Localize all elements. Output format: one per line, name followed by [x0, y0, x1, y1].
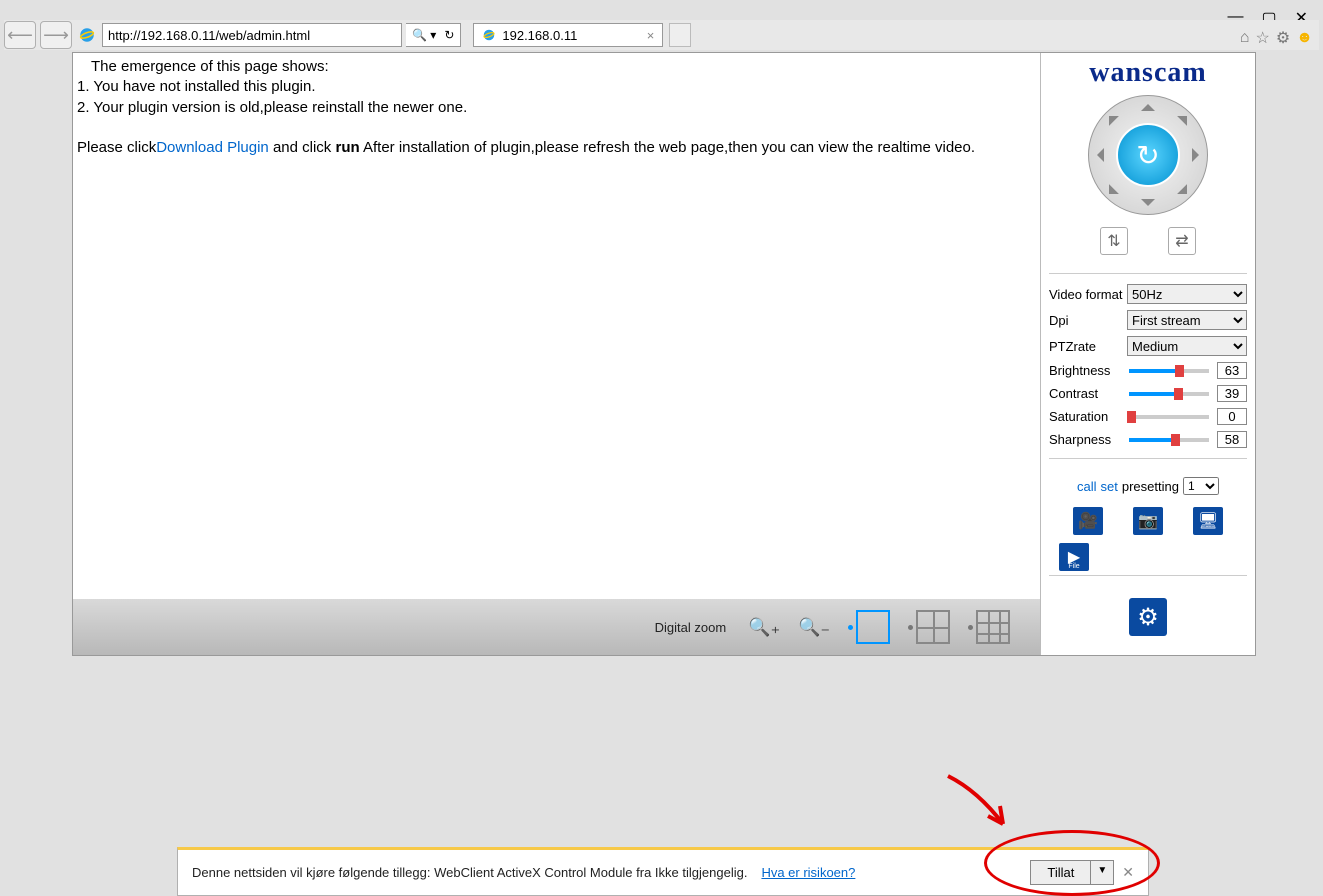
- saturation-value: 0: [1217, 408, 1247, 425]
- layout-2x2-button[interactable]: [908, 610, 950, 644]
- download-plugin-link[interactable]: Download Plugin: [156, 139, 269, 156]
- activex-notification-bar: Denne nettsiden vil kjøre følgende tille…: [177, 847, 1149, 896]
- annotation-arrow: [938, 766, 1028, 846]
- ptz-right-icon[interactable]: [1192, 148, 1206, 162]
- video-format-select[interactable]: 50Hz: [1127, 284, 1247, 304]
- presetting-label: presetting: [1122, 479, 1179, 494]
- ptz-down-icon[interactable]: [1141, 199, 1155, 213]
- smiley-icon[interactable]: ☻: [1296, 29, 1313, 47]
- contrast-value: 39: [1217, 385, 1247, 402]
- plugin-message: The emergence of this page shows: 1. You…: [73, 53, 1040, 162]
- preset-call-link[interactable]: call: [1077, 479, 1097, 494]
- brightness-value: 63: [1217, 362, 1247, 379]
- ptz-control[interactable]: ↻: [1088, 95, 1208, 215]
- sharpness-value: 58: [1217, 431, 1247, 448]
- saturation-slider[interactable]: [1129, 415, 1209, 419]
- refresh-icon[interactable]: ↻: [444, 28, 454, 42]
- sharpness-slider[interactable]: [1129, 438, 1209, 442]
- preset-select[interactable]: 1: [1183, 477, 1219, 495]
- dpi-label: Dpi: [1049, 313, 1127, 328]
- address-bar[interactable]: http://192.168.0.11/web/admin.html: [102, 23, 402, 47]
- allow-button[interactable]: Tillat: [1031, 861, 1091, 884]
- ptz-left-icon[interactable]: [1090, 148, 1104, 162]
- tools-gear-icon[interactable]: ⚙: [1276, 28, 1290, 48]
- layout-1x1-button[interactable]: [848, 610, 890, 644]
- browser-tab[interactable]: 192.168.0.11 ×: [473, 23, 663, 47]
- favorites-icon[interactable]: ☆: [1255, 28, 1269, 48]
- ptzrate-select[interactable]: Medium: [1127, 336, 1247, 356]
- settings-button[interactable]: ⚙: [1129, 598, 1167, 636]
- snapshot-button[interactable]: 📷: [1133, 507, 1163, 535]
- preset-set-link[interactable]: set: [1101, 479, 1118, 494]
- record-button[interactable]: 🎥: [1073, 507, 1103, 535]
- browser-toolbar: ⟵ ⟶ http://192.168.0.11/web/admin.html 🔍…: [4, 20, 1319, 50]
- zoom-out-icon[interactable]: 🔍₋: [798, 617, 830, 638]
- brightness-label: Brightness: [1049, 363, 1121, 378]
- control-sidebar: wanscam ↻ ⇅ ⇄ Video format 50Hz Dpi Firs…: [1040, 53, 1255, 655]
- new-tab-button[interactable]: [669, 23, 691, 47]
- digital-zoom-label: Digital zoom: [655, 620, 727, 635]
- camera-admin-panel: The emergence of this page shows: 1. You…: [72, 52, 1256, 656]
- ptzrate-label: PTZrate: [1049, 339, 1127, 354]
- wanscam-logo: wanscam: [1089, 57, 1206, 89]
- file-button[interactable]: ▶File: [1059, 543, 1089, 571]
- contrast-label: Contrast: [1049, 386, 1121, 401]
- video-bottom-bar: Digital zoom 🔍₊ 🔍₋: [73, 599, 1040, 655]
- ptz-up-icon[interactable]: [1141, 97, 1155, 111]
- home-icon[interactable]: ⌂: [1240, 29, 1250, 47]
- risk-link[interactable]: Hva er risikoen?: [761, 865, 855, 880]
- back-button[interactable]: ⟵: [4, 21, 36, 49]
- ie-icon: [482, 28, 496, 42]
- ie-icon: [78, 26, 96, 44]
- addon-message: Denne nettsiden vil kjøre følgende tille…: [192, 865, 747, 880]
- sharpness-label: Sharpness: [1049, 432, 1121, 447]
- zoom-in-icon[interactable]: 🔍₊: [748, 617, 780, 638]
- brightness-slider[interactable]: [1129, 369, 1209, 373]
- layout-3x3-button[interactable]: [968, 610, 1010, 644]
- notification-close-icon[interactable]: ✕: [1122, 864, 1134, 881]
- ptz-refresh-button[interactable]: ↻: [1116, 123, 1180, 187]
- forward-button[interactable]: ⟶: [40, 21, 72, 49]
- flip-vertical-button[interactable]: ⇅: [1100, 227, 1128, 255]
- allow-dropdown-button[interactable]: ▼: [1091, 861, 1113, 884]
- storage-button[interactable]: 🖥: [1193, 507, 1223, 535]
- saturation-label: Saturation: [1049, 409, 1121, 424]
- contrast-slider[interactable]: [1129, 392, 1209, 396]
- video-format-label: Video format: [1049, 287, 1127, 302]
- search-icon[interactable]: 🔍 ▾: [412, 28, 436, 42]
- tab-close-icon[interactable]: ×: [647, 28, 655, 43]
- flip-horizontal-button[interactable]: ⇄: [1168, 227, 1196, 255]
- dpi-select[interactable]: First stream: [1127, 310, 1247, 330]
